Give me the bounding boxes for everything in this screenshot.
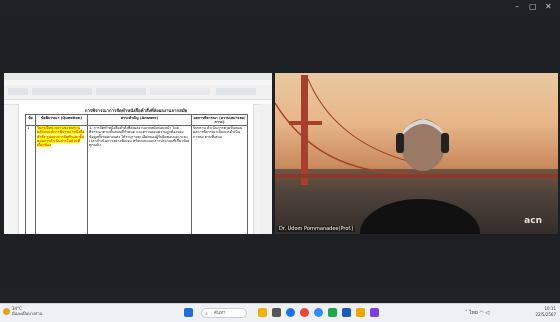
line-icon[interactable] [328,308,337,317]
highlighted-question: ในกรณีหน่วยงานขอทบทวนหลักเกณฑ์การพิจารณา… [37,126,85,147]
language-indicator[interactable]: ไทย [469,310,478,316]
clock[interactable]: 10:11 22/5/2567 [535,306,556,317]
col-result: ผลการพิจารณา (ความเหมาะสม/ภาวะ) [191,114,248,126]
participant-video[interactable]: acn Dr. Udom Pornmanadee(Prof.) [275,73,558,234]
document-page[interactable]: การพิจารณาการจัดทำหนังสือคำสั่งที่ส่งผลง… [18,104,254,234]
bridge-background [275,75,558,234]
col-answer: สาระสำคัญ (Answer) [87,114,192,126]
shared-screen-word[interactable]: การพิจารณาการจัดทำหนังสือคำสั่งที่ส่งผลง… [4,73,272,234]
cell-question: ในกรณีหน่วยงานขอทบทวนหลักเกณฑ์การพิจารณา… [35,124,88,234]
brand-logo: acn [524,216,542,226]
search-placeholder: ค้นหา [214,311,226,316]
weather-desc: มีเมฆเป็นบางส่วน [12,311,43,316]
speaker-icon[interactable]: ◁ [485,310,489,316]
zoom-icon[interactable] [314,308,323,317]
clock-date: 22/5/2567 [535,311,556,317]
taskbar: 34°C มีเมฆเป็นบางส่วน ⌕ ค้นหา ˄ ไทย ◠ ◁ … [0,303,560,322]
table-row: 1 ในกรณีหน่วยงานขอทบทวนหลักเกณฑ์การพิจาร… [25,124,248,234]
meeting-topbar: – ▢ ✕ [0,0,560,16]
document-table: ข้อ ข้อพิจารณา (Question) สาระสำคัญ (Ans… [25,114,248,234]
chevron-up-icon[interactable]: ˄ [465,310,468,316]
ribbon-editing[interactable] [216,88,256,95]
folder-icon[interactable] [356,308,365,317]
col-question: ข้อพิจารณา (Question) [35,114,88,126]
search-icon: ⌕ [205,311,208,317]
ribbon-font[interactable] [32,88,92,95]
cell-answer: 1. การจัดทำหนังสือคำสั่งที่ส่งผลงานจากสม… [87,124,192,234]
task-view-icon[interactable] [272,308,281,317]
participant-name: Dr. Udom Pornmanadee(Prof.) [277,226,356,232]
weather-icon [3,308,10,315]
wifi-icon[interactable]: ◠ [479,310,483,316]
ribbon-paragraph[interactable] [96,88,146,95]
word-side-pane [260,104,272,234]
system-tray[interactable]: ˄ ไทย ◠ ◁ [465,309,489,317]
cell-no: 1 [25,124,36,234]
cell-result: รับทราบ ดำเนินการตามขั้นตอน ผลการพิจารณา… [191,124,248,234]
edge-icon[interactable] [286,308,295,317]
document-title: การพิจารณาการจัดทำหนังสือคำสั่งที่ส่งผลง… [84,109,188,114]
word-titlebar [4,73,272,80]
word-ribbon[interactable] [4,85,272,100]
taskbar-search[interactable]: ⌕ ค้นหา [201,308,247,318]
minimize-button[interactable]: – [515,2,519,12]
weather-widget[interactable]: 34°C มีเมฆเป็นบางส่วน [12,306,42,316]
chrome-icon[interactable] [300,308,309,317]
ribbon-clipboard[interactable] [8,88,28,95]
start-icon[interactable] [184,308,193,317]
restore-button[interactable]: ▢ [529,2,537,12]
file-explorer-icon[interactable] [258,308,267,317]
col-no: ข้อ [25,114,36,126]
close-button[interactable]: ✕ [545,2,552,12]
app-icon[interactable] [370,308,379,317]
word-icon[interactable] [342,308,351,317]
ribbon-styles[interactable] [150,88,210,95]
